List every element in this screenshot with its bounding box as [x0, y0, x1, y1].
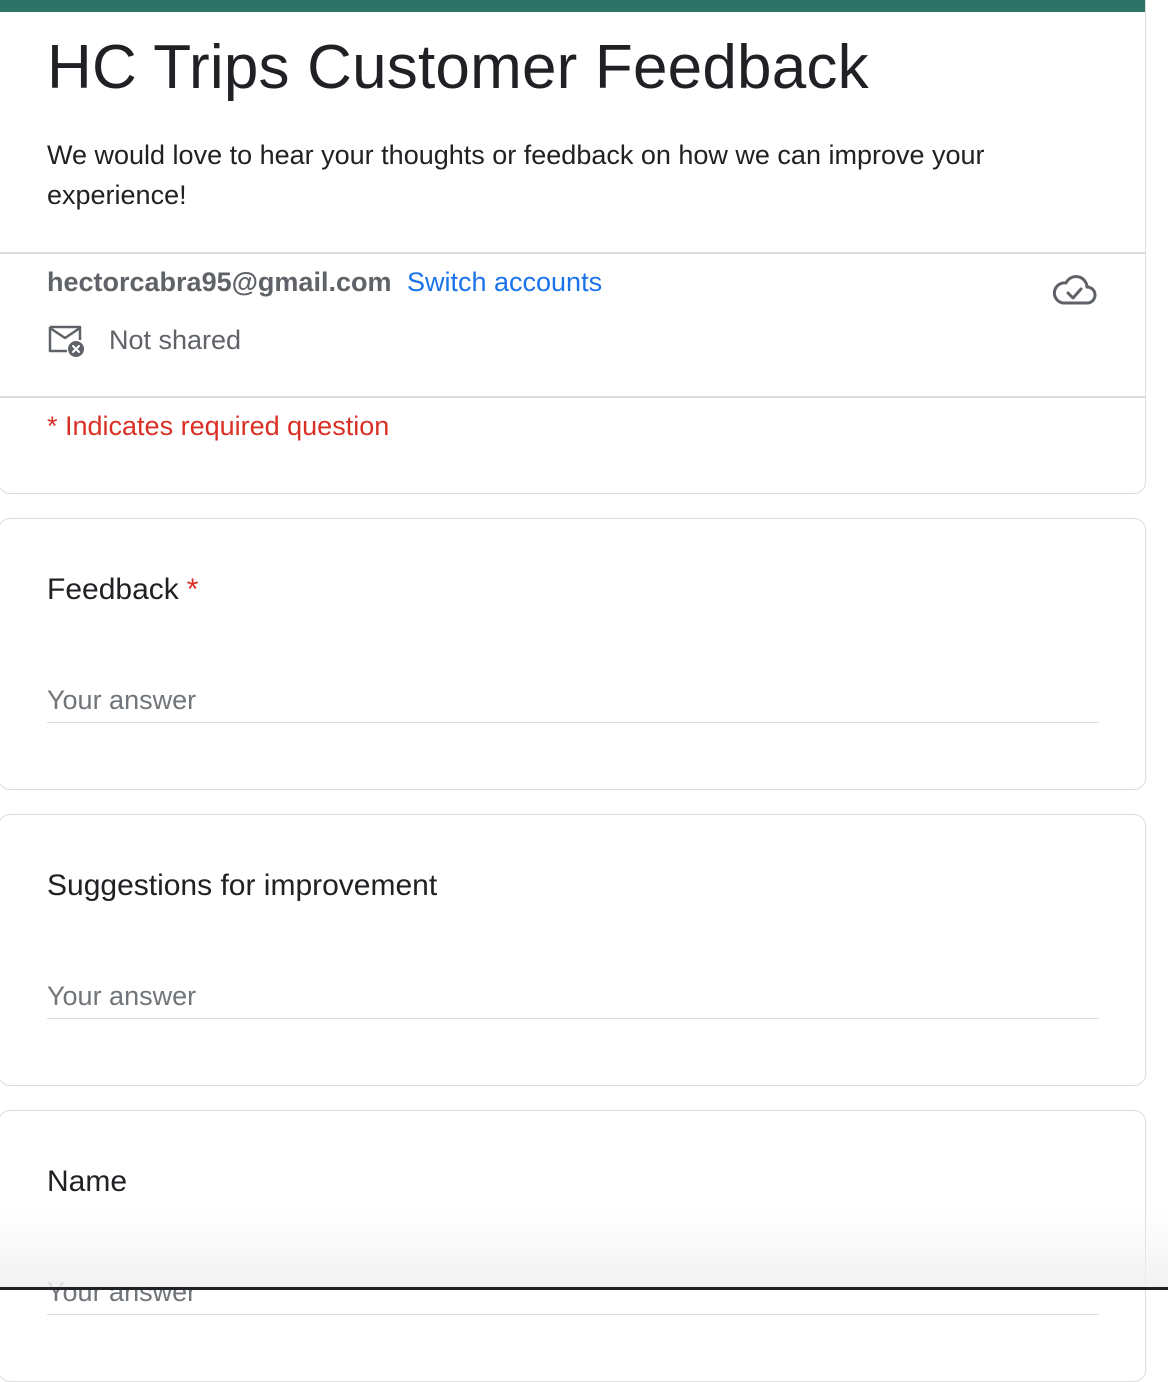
mail-not-shared-icon — [48, 325, 84, 357]
question-title-text: Feedback — [47, 573, 179, 606]
required-asterisk: * — [186, 573, 199, 606]
share-status-text: Not shared — [109, 324, 242, 355]
switch-accounts-link[interactable]: Switch accounts — [407, 267, 602, 297]
required-question-note: * Indicates required question — [47, 411, 390, 441]
form-header-card: HC Trips Customer Feedback We would love… — [0, 0, 1146, 494]
question-card-feedback: Feedback * — [0, 518, 1146, 790]
suggestions-answer-input[interactable] — [47, 975, 1099, 1019]
name-answer-input[interactable] — [47, 1271, 1099, 1315]
question-card-name: Name — [0, 1110, 1146, 1382]
header-divider-top — [0, 252, 1145, 254]
account-email: hectorcabra95@gmail.com — [47, 267, 392, 297]
question-title: Feedback * — [47, 573, 198, 607]
question-title: Suggestions for improvement — [47, 869, 438, 902]
header-divider-bottom — [0, 396, 1145, 398]
question-card-suggestions: Suggestions for improvement — [0, 814, 1146, 1086]
form-accent-bar — [0, 0, 1145, 12]
question-title: Name — [47, 1165, 128, 1198]
cloud-saved-icon[interactable] — [1051, 270, 1097, 310]
account-row: hectorcabra95@gmail.com Switch accounts — [47, 267, 602, 298]
share-status-row: Not shared — [47, 322, 241, 358]
form-description: We would love to hear your thoughts or f… — [47, 140, 985, 210]
form-title: HC Trips Customer Feedback — [47, 33, 869, 102]
feedback-answer-input[interactable] — [47, 679, 1099, 723]
